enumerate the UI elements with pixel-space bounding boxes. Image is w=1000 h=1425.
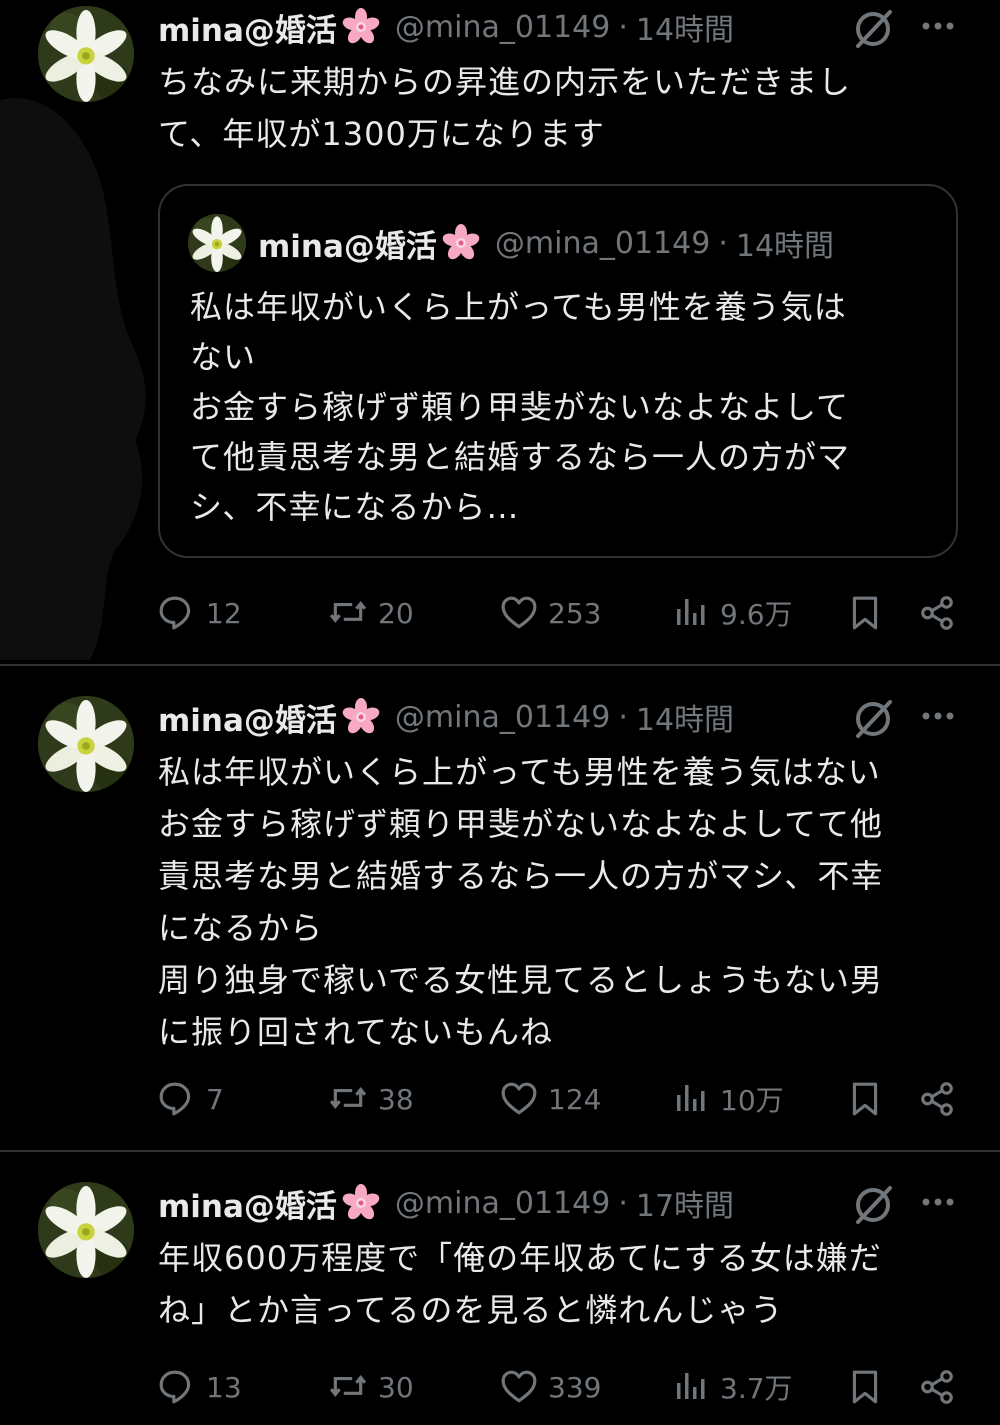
reply-button[interactable]: 12 bbox=[158, 588, 242, 638]
quote-header: mina@婚活 @mina_01149 · 14時間 bbox=[258, 218, 834, 268]
action-bar: 12 20 253 9.6万 bbox=[158, 588, 978, 638]
tweet-text: 年収600万程度で「俺の年収あてにする女は嫌だ ね」とか言ってるのを見ると憐れん… bbox=[158, 1239, 882, 1329]
quote-text: 私は年収がいくら上がっても男性を養う気は ない お金すら稼げず頼り甲斐がないなよ… bbox=[190, 288, 851, 526]
timestamp[interactable]: 14時間 bbox=[636, 5, 734, 49]
grok-icon[interactable] bbox=[850, 696, 896, 742]
retweet-button[interactable]: 30 bbox=[328, 1362, 414, 1412]
share-button[interactable] bbox=[918, 588, 966, 638]
tweet-header: mina@婚活 @mina_01149 · 14時間 bbox=[158, 2, 734, 52]
quote-avatar bbox=[188, 214, 246, 272]
separator: · bbox=[718, 225, 728, 261]
bookmark-button[interactable] bbox=[846, 1074, 894, 1124]
separator: · bbox=[618, 699, 628, 735]
heart-icon bbox=[501, 1370, 537, 1403]
like-count: 253 bbox=[548, 596, 602, 630]
display-name[interactable]: mina@婚活 bbox=[158, 5, 337, 50]
heart-icon bbox=[501, 596, 537, 629]
share-icon bbox=[921, 1082, 953, 1116]
reply-count: 12 bbox=[206, 596, 242, 630]
tweet-2[interactable]: mina@婚活 @mina_01149 · 14時間 私は年収がいくら上がっても… bbox=[0, 666, 1000, 1150]
separator: · bbox=[618, 1185, 628, 1221]
cherry-blossom-icon bbox=[340, 8, 381, 46]
views-icon bbox=[677, 1373, 705, 1399]
like-button[interactable]: 339 bbox=[500, 1362, 601, 1412]
grok-icon[interactable] bbox=[850, 6, 896, 52]
more-options-icon[interactable] bbox=[918, 1182, 958, 1222]
user-handle[interactable]: @mina_01149 bbox=[395, 1186, 610, 1221]
user-handle[interactable]: @mina_01149 bbox=[395, 10, 610, 45]
view-count: 10万 bbox=[720, 1084, 784, 1117]
bookmark-button[interactable] bbox=[846, 588, 894, 638]
timestamp[interactable]: 17時間 bbox=[636, 1181, 734, 1225]
action-bar: 13 30 339 3.7万 bbox=[158, 1362, 978, 1412]
like-button[interactable]: 253 bbox=[500, 588, 601, 638]
views-button[interactable]: 9.6万 bbox=[674, 588, 793, 638]
display-name[interactable]: mina@婚活 bbox=[158, 1181, 337, 1226]
tweet-text: ちなみに来期からの昇進の内示をいただきまし て、年収が1300万になります bbox=[158, 63, 852, 153]
bookmark-icon bbox=[852, 1370, 878, 1404]
bookmark-icon bbox=[852, 1082, 878, 1116]
retweet-icon bbox=[329, 1087, 367, 1108]
views-icon bbox=[677, 1085, 705, 1111]
tweet-3[interactable]: mina@婚活 @mina_01149 · 17時間 年収600万程度で「俺の年… bbox=[0, 1152, 1000, 1425]
like-count: 339 bbox=[548, 1370, 602, 1404]
retweet-count: 30 bbox=[378, 1370, 414, 1404]
reply-button[interactable]: 7 bbox=[158, 1074, 224, 1124]
quoted-tweet[interactable]: mina@婚活 @mina_01149 · 14時間 私は年収がいくら上がっても… bbox=[158, 184, 958, 558]
bookmark-icon bbox=[852, 596, 878, 630]
cherry-blossom-icon bbox=[340, 1184, 381, 1222]
tweet-1[interactable]: mina@婚活 @mina_01149 · 14時間 ちなみに来期からの昇進の内… bbox=[0, 0, 1000, 664]
like-button[interactable]: 124 bbox=[500, 1074, 601, 1124]
cherry-blossom-icon bbox=[340, 698, 381, 736]
avatar[interactable] bbox=[38, 1182, 134, 1278]
retweet-button[interactable]: 38 bbox=[328, 1074, 414, 1124]
grok-icon[interactable] bbox=[850, 1182, 896, 1228]
retweet-icon bbox=[329, 601, 367, 622]
share-icon bbox=[921, 596, 953, 630]
tweet-text: 私は年収がいくら上がっても男性を養う気はない お金すら稼げず頼り甲斐がないなよな… bbox=[158, 753, 884, 1051]
quote-display-name: mina@婚活 bbox=[258, 228, 437, 265]
retweet-icon bbox=[329, 1375, 367, 1396]
share-button[interactable] bbox=[918, 1362, 966, 1412]
more-options-icon[interactable] bbox=[918, 6, 958, 46]
views-button[interactable]: 3.7万 bbox=[674, 1362, 793, 1412]
display-name[interactable]: mina@婚活 bbox=[158, 695, 337, 740]
reply-count: 7 bbox=[206, 1082, 224, 1116]
reply-icon bbox=[159, 1082, 191, 1116]
quote-timestamp: 14時間 bbox=[735, 229, 835, 264]
share-button[interactable] bbox=[918, 1074, 966, 1124]
tweet-header: mina@婚活 @mina_01149 · 17時間 bbox=[158, 1178, 734, 1228]
more-options-icon[interactable] bbox=[918, 696, 958, 736]
tweet-header: mina@婚活 @mina_01149 · 14時間 bbox=[158, 692, 734, 742]
reply-button[interactable]: 13 bbox=[158, 1362, 242, 1412]
reply-icon bbox=[159, 1370, 191, 1404]
action-bar: 7 38 124 10万 bbox=[158, 1074, 978, 1124]
avatar[interactable] bbox=[38, 6, 134, 102]
user-handle[interactable]: @mina_01149 bbox=[395, 700, 610, 735]
timestamp[interactable]: 14時間 bbox=[636, 695, 734, 739]
view-count: 3.7万 bbox=[720, 1372, 793, 1405]
share-icon bbox=[921, 1370, 953, 1404]
like-count: 124 bbox=[548, 1082, 602, 1116]
bookmark-button[interactable] bbox=[846, 1362, 894, 1412]
reply-count: 13 bbox=[206, 1370, 242, 1404]
view-count: 9.6万 bbox=[720, 598, 793, 631]
reply-icon bbox=[159, 596, 191, 630]
retweet-count: 20 bbox=[378, 596, 414, 630]
separator: · bbox=[618, 9, 628, 45]
views-icon bbox=[677, 599, 705, 625]
cherry-blossom-icon bbox=[440, 224, 481, 262]
views-button[interactable]: 10万 bbox=[674, 1074, 784, 1124]
retweet-button[interactable]: 20 bbox=[328, 588, 414, 638]
quote-user-handle: @mina_01149 bbox=[494, 225, 711, 261]
retweet-count: 38 bbox=[378, 1082, 414, 1116]
avatar[interactable] bbox=[38, 696, 134, 792]
heart-icon bbox=[501, 1082, 537, 1115]
